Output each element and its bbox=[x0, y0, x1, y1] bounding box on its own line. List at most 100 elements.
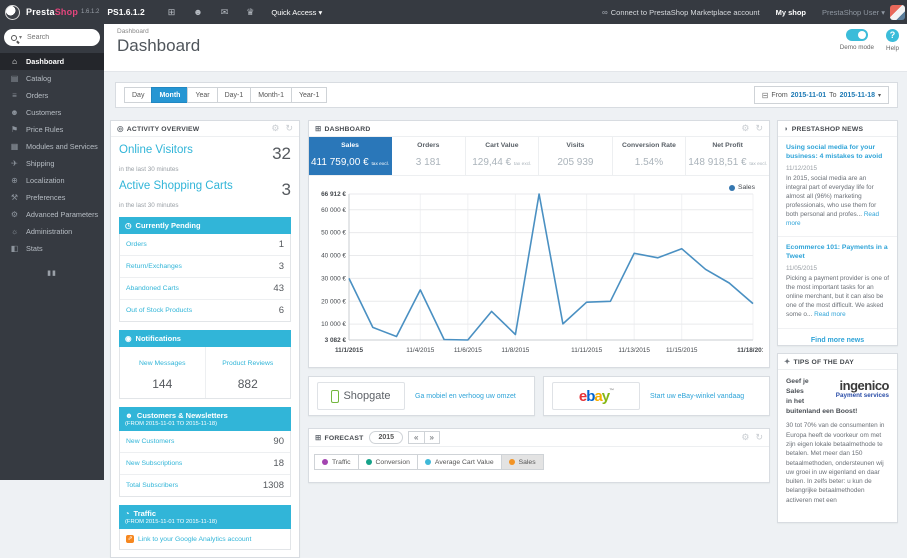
filter-month-button[interactable]: Month bbox=[151, 87, 189, 103]
cart-icon: ⊞ bbox=[315, 124, 322, 133]
kpi-sales[interactable]: Sales 411 759,00 € tax excl. bbox=[309, 137, 393, 175]
gear-icon[interactable]: ⚙ bbox=[271, 124, 279, 133]
cart-icon[interactable]: ⊞ bbox=[168, 7, 176, 18]
sidebar-item-stats[interactable]: ◧ Stats bbox=[0, 240, 104, 257]
table-row: Return/Exchanges 3 bbox=[120, 256, 290, 278]
pending-returns-link[interactable]: Return/Exchanges bbox=[126, 263, 182, 270]
sidebar-item-shipping[interactable]: ✈ Shipping bbox=[0, 155, 104, 172]
sidebar-item-advanced-parameters[interactable]: ⚙ Advanced Parameters bbox=[0, 206, 104, 223]
kpi-cart-value[interactable]: Cart Value 129,44 € tax excl. bbox=[466, 137, 540, 175]
avatar[interactable] bbox=[890, 4, 905, 20]
my-shop-link[interactable]: My shop bbox=[776, 8, 806, 17]
filter-year-button[interactable]: Year bbox=[187, 87, 218, 103]
demo-mode-toggle[interactable] bbox=[845, 29, 868, 41]
filter-day-button[interactable]: Day bbox=[124, 87, 153, 103]
customer-icon[interactable]: ☻ bbox=[193, 7, 202, 17]
toggle-average-cart-value[interactable]: Average Cart Value bbox=[416, 454, 502, 470]
search-scope-caret-icon[interactable]: ▾ bbox=[19, 34, 22, 41]
product-reviews-link[interactable]: Product Reviews bbox=[222, 360, 273, 367]
news-panel-title: ◗ PRESTASHOP NEWS bbox=[784, 124, 864, 133]
quick-access-menu[interactable]: Quick Access ▾ bbox=[271, 8, 322, 17]
sales-dot-icon bbox=[508, 459, 515, 465]
refresh-icon[interactable]: ↻ bbox=[755, 124, 763, 133]
google-analytics-link[interactable]: Link to your Google Analytics account bbox=[138, 536, 251, 543]
trophy-icon[interactable]: ♛ bbox=[246, 7, 254, 18]
kpi-strip: Sales 411 759,00 € tax excl. Orders 3 181 … bbox=[309, 137, 769, 176]
gear-icon[interactable]: ⚙ bbox=[741, 433, 749, 442]
conversion-dot-icon bbox=[365, 459, 372, 465]
online-visitors-link[interactable]: Online Visitors bbox=[119, 144, 193, 156]
new-messages-link[interactable]: New Messages bbox=[139, 360, 185, 367]
total-subscribers-link[interactable]: Total Subscribers bbox=[126, 482, 178, 489]
filter-day-1-button[interactable]: Day-1 bbox=[216, 87, 252, 103]
gear-icon[interactable]: ⚙ bbox=[741, 124, 749, 133]
user-menu[interactable]: PrestaShop User ▾ bbox=[822, 8, 885, 17]
sidebar-item-orders[interactable]: ≡ Orders bbox=[0, 87, 104, 104]
ebay-logo: ebay™ bbox=[552, 382, 640, 410]
search-box[interactable]: ▾ bbox=[4, 29, 100, 46]
news-item-title[interactable]: Using social media for your business: 4 … bbox=[786, 144, 889, 162]
sidebar-item-administration[interactable]: ☼ Administration bbox=[0, 223, 104, 240]
shop-name[interactable]: PS1.6.1.2 bbox=[107, 7, 144, 17]
filter-year-1-button[interactable]: Year-1 bbox=[290, 87, 328, 103]
rewind-icon[interactable]: « bbox=[408, 431, 425, 444]
active-carts-row: Active Shopping Carts 3 bbox=[119, 180, 291, 200]
pending-orders-link[interactable]: Orders bbox=[126, 241, 147, 248]
ingenico-logo: ingenico Payment services bbox=[835, 378, 890, 399]
new-customers-link[interactable]: New Customers bbox=[126, 438, 174, 445]
notifications-table: New Messages 144 Product Reviews 882 bbox=[119, 347, 291, 399]
new-subscriptions-link[interactable]: New Subscriptions bbox=[126, 460, 182, 467]
search-input[interactable] bbox=[25, 33, 84, 42]
mail-icon[interactable]: ✉ bbox=[221, 7, 229, 18]
help-icon[interactable]: ? bbox=[886, 29, 899, 42]
localization-icon: ⊕ bbox=[11, 176, 18, 185]
phone-icon bbox=[331, 389, 340, 403]
sidebar-item-modules[interactable]: ▦ Modules and Services bbox=[0, 138, 104, 155]
chart-legend[interactable]: Sales bbox=[728, 184, 755, 191]
kpi-conversion-rate[interactable]: Conversion Rate 1.54% bbox=[613, 137, 687, 175]
sidebar-collapse-icon[interactable]: ▮▮ bbox=[42, 269, 62, 277]
kpi-orders[interactable]: Orders 3 181 bbox=[392, 137, 466, 175]
sidebar-item-dashboard[interactable]: ⌂ Dashboard bbox=[0, 53, 104, 70]
sidebar-item-localization[interactable]: ⊕ Localization bbox=[0, 172, 104, 189]
abandoned-carts-link[interactable]: Abandoned Carts bbox=[126, 285, 179, 292]
active-carts-link[interactable]: Active Shopping Carts bbox=[119, 180, 233, 192]
find-more-news-link[interactable]: Find more news bbox=[778, 329, 897, 345]
page-header: Dashboard Dashboard Demo mode ? Help bbox=[104, 24, 907, 72]
forward-icon[interactable]: » bbox=[423, 431, 440, 444]
sidebar-item-customers[interactable]: ☻ Customers bbox=[0, 104, 104, 121]
table-row: Total Subscribers 1308 bbox=[120, 475, 290, 496]
rss-icon: ◗ bbox=[784, 124, 789, 133]
sidebar-item-price-rules[interactable]: ⚑ Price Rules bbox=[0, 121, 104, 138]
sidebar-item-preferences[interactable]: ⚒ Preferences bbox=[0, 189, 104, 206]
sidebar-item-catalog[interactable]: ▤ Catalog bbox=[0, 70, 104, 87]
kpi-visits[interactable]: Visits 205 939 bbox=[539, 137, 613, 175]
refresh-icon[interactable]: ↻ bbox=[755, 433, 763, 442]
new-customers-value: 90 bbox=[273, 436, 284, 447]
breadcrumb[interactable]: Dashboard bbox=[117, 28, 149, 35]
activity-panel-title: ◎ ACTIVITY OVERVIEW bbox=[117, 124, 200, 133]
toggle-traffic[interactable]: Traffic bbox=[314, 454, 359, 470]
promo-row: Shopgate Ga mobiel en verhoog uw omzet e… bbox=[308, 376, 770, 416]
filter-month-1-button[interactable]: Month-1 bbox=[250, 87, 292, 103]
online-visitors-row: Online Visitors 32 bbox=[119, 144, 291, 164]
shopgate-link[interactable]: Ga mobiel en verhoog uw omzet bbox=[415, 393, 516, 400]
toggle-sales[interactable]: Sales bbox=[500, 454, 544, 470]
read-more-link[interactable]: Read more bbox=[814, 311, 846, 318]
traffic-table: ⇗ Link to your Google Analytics account bbox=[119, 529, 291, 550]
out-of-stock-link[interactable]: Out of Stock Products bbox=[126, 307, 192, 314]
product-reviews-cell: Product Reviews 882 bbox=[206, 347, 291, 398]
ebay-link[interactable]: Start uw eBay-winkel vandaag bbox=[650, 393, 744, 400]
ebay-promo-card: ebay™ Start uw eBay-winkel vandaag bbox=[543, 376, 770, 416]
news-item-title[interactable]: Ecommerce 101: Payments in a Tweet bbox=[786, 244, 889, 262]
table-row: New Subscriptions 18 bbox=[120, 453, 290, 475]
marketplace-link[interactable]: ∞ Connect to PrestaShop Marketplace accou… bbox=[602, 8, 760, 17]
date-range-picker[interactable]: ⊟ From 2015-11-01 To 2015-11-18 ▾ bbox=[753, 86, 889, 104]
chevron-down-icon: ▾ bbox=[881, 7, 885, 17]
news-item-date: 11/12/2015 bbox=[786, 164, 818, 172]
kpi-net-profit[interactable]: Net Profit 148 918,51 € tax excl. bbox=[686, 137, 769, 175]
refresh-icon[interactable]: ↻ bbox=[285, 124, 293, 133]
svg-text:11/18/2015: 11/18/2015 bbox=[737, 347, 763, 354]
toggle-conversion[interactable]: Conversion bbox=[357, 454, 418, 470]
active-carts-value: 3 bbox=[281, 180, 291, 199]
